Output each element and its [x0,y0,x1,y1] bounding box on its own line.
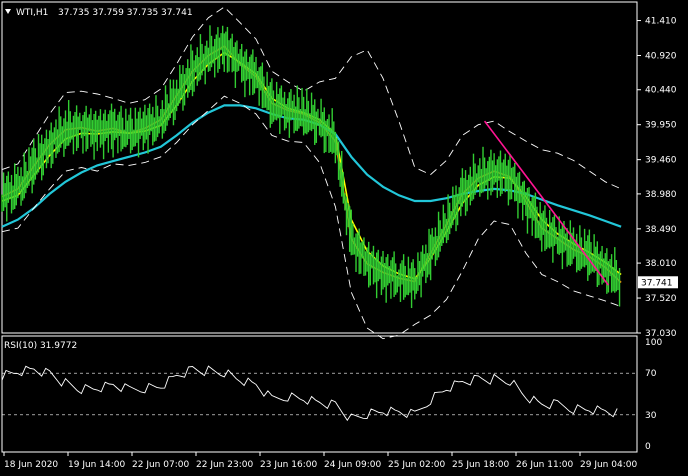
price-tick-label: 38.980 [645,190,677,200]
x-tick-label: 22 Jun 07:00 [132,460,189,470]
price-axis-ticks: 41.410 40.920 40.440 39.950 39.460 38.980 38.4… [637,17,677,339]
rsi-label: RSI(10) 31.9772 [4,341,77,351]
price-panel: 41.410 40.920 40.440 39.950 39.460 38.980 38.4… [1,1,678,340]
rsi-tick-label: 30 [645,411,657,421]
rsi-line [1,365,618,422]
price-tick-label: 40.440 [645,86,677,96]
chart-svg: 41.410 40.920 40.440 39.950 39.460 38.980 38.4… [1,1,678,470]
price-tick-label: 37.520 [645,294,677,304]
x-axis: 18 Jun 2020 19 Jun 14:00 22 Jun 07:00 22 Ju… [3,452,637,470]
rsi-tick-label: 0 [645,442,651,452]
price-tick-label: 40.920 [645,52,677,62]
current-price-label: 37.741 [641,278,673,288]
x-tick-label: 25 Jun 02:00 [388,460,445,470]
band-lower-line [1,95,622,340]
x-tick-label: 18 Jun 2020 [4,460,58,470]
price-tick-label: 38.010 [645,259,677,269]
rsi-tick-label: 70 [645,369,657,379]
x-tick-label: 26 Jun 11:00 [516,460,573,470]
x-tick-label: 25 Jun 18:00 [452,460,509,470]
price-tick-label: 39.950 [645,121,677,131]
rsi-tick-label: 100 [645,338,662,348]
ma-fast-line [1,45,622,283]
rsi-panel-frame [1,335,638,453]
x-tick-label: 19 Jun 14:00 [68,460,125,470]
price-series [1,6,622,340]
chart-symbol: WTI,H1 [16,8,48,18]
rsi-axis-ticks: 100 70 30 0 [2,338,662,452]
chart-ohlc: 37.735 37.759 37.735 37.741 [58,8,193,18]
price-tick-label: 41.410 [645,17,677,27]
current-price-tag: 37.741 [638,276,678,289]
chart[interactable]: 41.410 40.920 40.440 39.950 39.460 38.980 38.4… [0,0,688,472]
x-tick-label: 29 Jun 04:00 [580,460,637,470]
rsi-panel: RSI(10) 31.9772 100 70 30 0 [1,335,662,453]
symbol-marker-icon [5,9,11,14]
price-tick-label: 38.490 [645,225,677,235]
price-panel-frame [1,1,638,334]
price-tick-label: 39.460 [645,156,677,166]
rsi-series [1,365,618,422]
x-tick-label: 24 Jun 09:00 [324,460,381,470]
x-tick-label: 22 Jun 23:00 [196,460,253,470]
x-tick-label: 23 Jun 16:00 [260,460,317,470]
trendline[interactable] [483,120,610,286]
